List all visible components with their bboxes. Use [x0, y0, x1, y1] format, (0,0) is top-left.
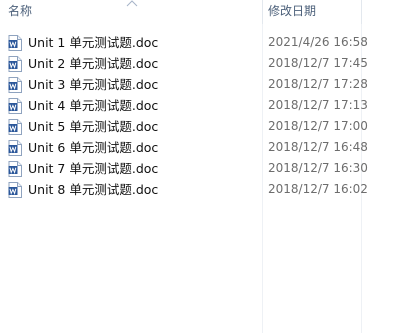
file-date-modified: 2018/12/7 17:45 [268, 56, 368, 70]
file-date-modified: 2021/4/26 16:58 [268, 35, 368, 49]
file-name[interactable]: Unit 1 单元测试题.doc [28, 32, 158, 53]
word-doc-icon [8, 35, 22, 51]
file-name[interactable]: Unit 4 单元测试题.doc [28, 95, 158, 116]
word-doc-icon [8, 182, 22, 198]
file-row[interactable]: Unit 8 单元测试题.doc 2018/12/7 16:02 [0, 179, 397, 200]
file-list: Unit 1 单元测试题.doc 2021/4/26 16:58 Unit 2 单元… [0, 32, 397, 200]
word-doc-icon [8, 161, 22, 177]
file-row[interactable]: Unit 6 单元测试题.doc 2018/12/7 16:48 [0, 137, 397, 158]
file-name[interactable]: Unit 3 单元测试题.doc [28, 74, 158, 95]
word-doc-icon [8, 56, 22, 72]
file-row[interactable]: Unit 2 单元测试题.doc 2018/12/7 17:45 [0, 53, 397, 74]
file-name[interactable]: Unit 5 单元测试题.doc [28, 116, 158, 137]
word-doc-icon [8, 77, 22, 93]
file-row[interactable]: Unit 4 单元测试题.doc 2018/12/7 17:13 [0, 95, 397, 116]
file-name[interactable]: Unit 6 单元测试题.doc [28, 137, 158, 158]
file-row[interactable]: Unit 1 单元测试题.doc 2021/4/26 16:58 [0, 32, 397, 53]
file-name[interactable]: Unit 8 单元测试题.doc [28, 179, 158, 200]
file-name[interactable]: Unit 7 单元测试题.doc [28, 158, 158, 179]
file-date-modified: 2018/12/7 17:28 [268, 77, 368, 91]
file-row[interactable]: Unit 3 单元测试题.doc 2018/12/7 17:28 [0, 74, 397, 95]
file-date-modified: 2018/12/7 16:48 [268, 140, 368, 154]
file-name[interactable]: Unit 2 单元测试题.doc [28, 53, 158, 74]
file-date-modified: 2018/12/7 16:02 [268, 182, 368, 196]
word-doc-icon [8, 140, 22, 156]
word-doc-icon [8, 98, 22, 114]
file-row[interactable]: Unit 5 单元测试题.doc 2018/12/7 17:00 [0, 116, 397, 137]
file-date-modified: 2018/12/7 17:00 [268, 119, 368, 133]
column-divider[interactable] [361, 0, 362, 24]
file-date-modified: 2018/12/7 16:30 [268, 161, 368, 175]
word-doc-icon [8, 119, 22, 135]
sort-ascending-icon [126, 0, 138, 7]
column-header-bar: 名称 修改日期 [0, 0, 397, 24]
column-header-date-modified[interactable]: 修改日期 [263, 0, 361, 24]
file-date-modified: 2018/12/7 17:13 [268, 98, 368, 112]
file-row[interactable]: Unit 7 单元测试题.doc 2018/12/7 16:30 [0, 158, 397, 179]
